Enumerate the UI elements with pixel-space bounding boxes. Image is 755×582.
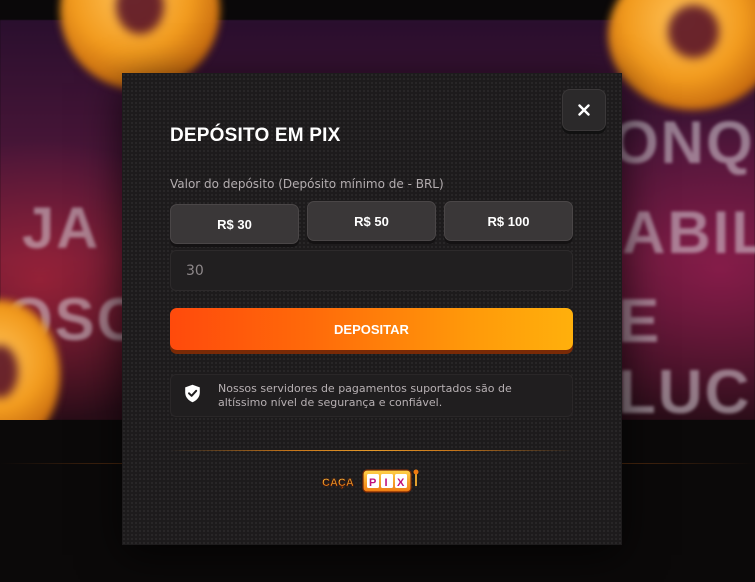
caca-pix-logo: CAÇA P I X [322,469,419,493]
close-icon [578,104,590,116]
amount-option-100[interactable]: R$ 100 [444,201,573,241]
amount-option-50[interactable]: R$ 50 [307,201,436,241]
amount-option-30[interactable]: R$ 30 [170,204,299,244]
svg-text:X: X [397,477,405,489]
banner-text: JA [22,196,101,261]
deposit-amount-label: Valor do depósito (Depósito mínimo de - … [170,177,444,191]
logo-text-caca: CAÇA [322,477,354,489]
close-button[interactable] [562,89,606,131]
pix-deposit-modal: DEPÓSITO EM PIX Valor do depósito (Depós… [122,73,622,545]
modal-title: DEPÓSITO EM PIX [170,125,341,146]
svg-text:I: I [385,477,388,489]
security-text: Nossos servidores de pagamentos suportad… [218,382,512,409]
deposit-button[interactable]: DEPOSITAR [170,308,573,350]
banner-text: ABIL [622,199,755,266]
banner-text: ONQ [612,109,755,176]
shield-check-icon [185,384,200,403]
deposit-amount-input[interactable]: 30 [170,250,573,291]
security-notice: Nossos servidores de pagamentos suportad… [170,374,573,417]
banner-text: E LUC [618,287,752,427]
svg-text:P: P [369,477,376,489]
modal-divider [170,450,573,451]
